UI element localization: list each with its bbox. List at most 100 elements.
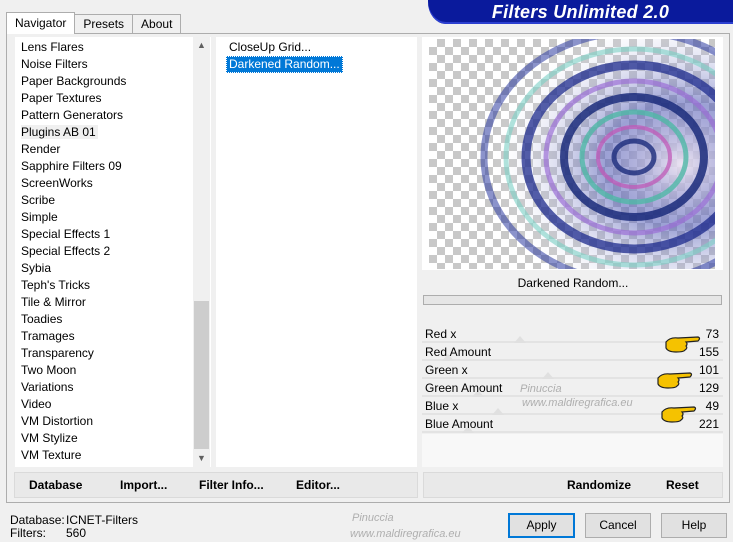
category-label: Transparency xyxy=(21,346,94,360)
category-label: VM Distortion xyxy=(21,414,94,428)
category-item[interactable]: Noise Filters xyxy=(15,56,126,73)
parameter-label: Red x xyxy=(425,327,457,341)
tab-about[interactable]: About xyxy=(132,14,182,34)
category-item[interactable]: Teph's Tricks xyxy=(15,277,126,294)
category-label: Simple xyxy=(21,210,58,224)
category-item[interactable]: Video xyxy=(15,396,126,413)
progress-bar xyxy=(423,295,722,305)
scrollbar-thumb[interactable] xyxy=(194,301,209,449)
category-label: Sapphire Filters 09 xyxy=(21,159,122,173)
parameter-label: Blue x xyxy=(425,399,459,413)
category-item[interactable]: Tramages xyxy=(15,328,126,345)
category-item[interactable]: Scribe xyxy=(15,192,126,209)
category-label: Pattern Generators xyxy=(21,108,124,122)
category-item[interactable]: Lens Flares xyxy=(15,39,126,56)
category-label: Render xyxy=(21,142,61,156)
category-label: ScreenWorks xyxy=(21,176,93,190)
category-item[interactable]: Two Moon xyxy=(15,362,126,379)
parameter-value: 73 xyxy=(705,327,719,341)
filters-count: 560 xyxy=(66,526,87,540)
watermark-name: Pinuccia xyxy=(520,383,562,395)
tab-strip: Navigator Presets About xyxy=(6,12,182,34)
status-info: Database: ICNET-Filters Filters: 560 xyxy=(10,514,138,540)
preview-image xyxy=(429,39,715,269)
preview-effect-graphic xyxy=(464,39,715,269)
tab-navigator[interactable]: Navigator xyxy=(6,12,76,34)
parameter-value: 129 xyxy=(698,381,719,395)
pointing-hand-icon xyxy=(665,336,701,353)
database-button[interactable]: Database xyxy=(29,473,82,497)
category-label: VM Texture xyxy=(21,448,82,462)
category-label: Two Moon xyxy=(21,363,77,377)
category-item[interactable]: Toadies xyxy=(15,311,126,328)
category-label: Teph's Tricks xyxy=(21,278,90,292)
parameter-label: Green x xyxy=(425,363,468,377)
filter-item[interactable]: CloseUp Grid... xyxy=(226,39,314,56)
parameter-empty-area xyxy=(422,434,723,467)
app-title-banner: Filters Unlimited 2.0 xyxy=(428,0,733,24)
category-label: Paper Textures xyxy=(21,91,102,105)
category-item[interactable]: Paper Backgrounds xyxy=(15,73,126,90)
category-label: Variations xyxy=(21,380,74,394)
category-label: Video xyxy=(21,397,52,411)
category-item[interactable]: Plugins AB 01 xyxy=(15,124,126,141)
category-item[interactable]: VM Distortion xyxy=(15,413,126,430)
category-scrollbar[interactable]: ▲ ▼ xyxy=(193,37,210,467)
editor-button[interactable]: Editor... xyxy=(296,473,340,497)
filter-list[interactable]: CloseUp Grid... Darkened Random... xyxy=(216,37,417,467)
apply-button[interactable]: Apply xyxy=(508,513,575,538)
category-label: Plugins AB 01 xyxy=(21,125,98,139)
left-toolbar: Database Import... Filter Info... Editor… xyxy=(14,472,418,498)
category-label: VM Stylize xyxy=(21,431,78,445)
pointing-hand-icon xyxy=(657,372,693,389)
import-button[interactable]: Import... xyxy=(120,473,167,497)
category-item[interactable]: VM Texture xyxy=(15,447,126,464)
scroll-up-icon[interactable]: ▲ xyxy=(193,37,210,54)
category-item[interactable]: VM Stylize xyxy=(15,430,126,447)
parameter-label: Red Amount xyxy=(425,345,492,359)
scroll-down-icon[interactable]: ▼ xyxy=(193,450,210,467)
filter-info-button[interactable]: Filter Info... xyxy=(199,473,264,497)
watermark-site: www.maldiregrafica.eu xyxy=(522,397,633,409)
category-item[interactable]: Transparency xyxy=(15,345,126,362)
category-item[interactable]: Sapphire Filters 09 xyxy=(15,158,126,175)
randomize-button[interactable]: Randomize xyxy=(567,473,631,497)
slider-knob[interactable] xyxy=(492,408,504,415)
help-button[interactable]: Help xyxy=(661,513,727,538)
category-item[interactable]: Variations xyxy=(15,379,126,396)
watermark-name: Pinuccia xyxy=(352,512,394,524)
category-item[interactable]: ScreenWorks xyxy=(15,175,126,192)
parameter-value: 49 xyxy=(705,399,719,413)
right-toolbar: Randomize Reset xyxy=(423,472,723,498)
filters-label: Filters: xyxy=(10,526,46,540)
category-label: Scribe xyxy=(21,193,56,207)
category-label: Sybia xyxy=(21,261,52,275)
category-item[interactable]: Special Effects 2 xyxy=(15,243,126,260)
category-label: Noise Filters xyxy=(21,57,88,71)
parameter-label: Green Amount xyxy=(425,381,503,395)
category-label: Tramages xyxy=(21,329,75,343)
pointing-hand-icon xyxy=(661,406,697,423)
reset-button[interactable]: Reset xyxy=(666,473,699,497)
cancel-button[interactable]: Cancel xyxy=(585,513,651,538)
category-list[interactable]: Lens Flares Noise Filters Paper Background… xyxy=(15,37,211,467)
category-item[interactable]: Pattern Generators xyxy=(15,107,126,124)
category-label: Special Effects 1 xyxy=(21,227,111,241)
filter-item[interactable]: Darkened Random... xyxy=(226,56,343,73)
parameter-label: Blue Amount xyxy=(425,417,494,431)
category-item[interactable]: Sybia xyxy=(15,260,126,277)
category-item[interactable]: Simple xyxy=(15,209,126,226)
category-item[interactable]: Special Effects 1 xyxy=(15,226,126,243)
slider-knob[interactable] xyxy=(542,372,554,379)
category-label: Toadies xyxy=(21,312,63,326)
watermark-site: www.maldiregrafica.eu xyxy=(350,528,461,540)
slider-knob[interactable] xyxy=(514,336,526,343)
category-label: Paper Backgrounds xyxy=(21,74,127,88)
category-item[interactable]: Tile & Mirror xyxy=(15,294,126,311)
category-item[interactable]: Render xyxy=(15,141,126,158)
tab-presets[interactable]: Presets xyxy=(74,14,134,34)
parameter-value: 101 xyxy=(698,363,719,377)
category-label: Special Effects 2 xyxy=(21,244,111,258)
category-label: Lens Flares xyxy=(21,40,84,54)
category-item[interactable]: Paper Textures xyxy=(15,90,126,107)
